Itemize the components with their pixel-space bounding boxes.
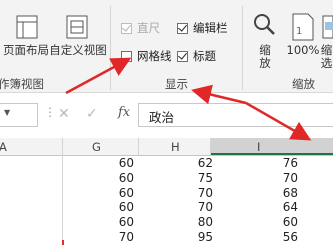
- arrow-to-gridlines: [65, 57, 132, 95]
- arrow-to-cells: [245, 101, 312, 141]
- arrow-to-show-group: [191, 84, 247, 105]
- annotation-arrows: [65, 57, 312, 141]
